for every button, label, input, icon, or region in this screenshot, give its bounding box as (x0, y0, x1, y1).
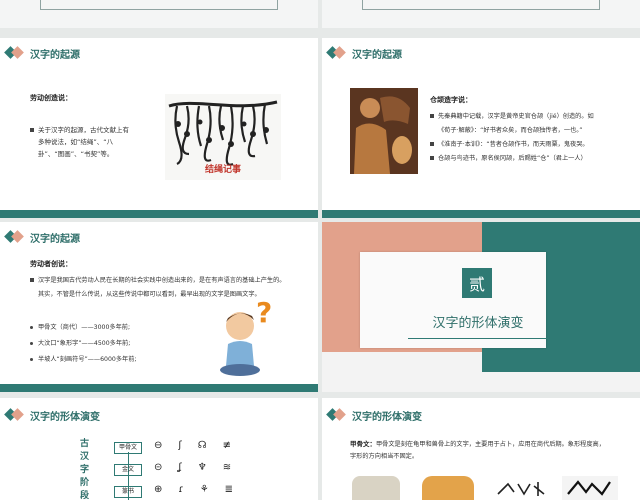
slide-header: 汉字的形体演变 (322, 400, 640, 430)
square-bullet-icon (430, 114, 434, 118)
slide-header: 汉字的起源 (0, 38, 318, 68)
diamond-icon (4, 226, 26, 248)
section-number: 贰 (468, 275, 485, 294)
image-caption: 结绳记事 (205, 165, 242, 175)
oracle-sample-image (562, 476, 618, 500)
slide-2-frame (362, 0, 600, 10)
square-bullet-icon (430, 142, 434, 146)
list-item: 大汶口“象形字”——4500多年前; (30, 336, 137, 352)
glyph: ⚘ (199, 484, 209, 495)
slide-bottom-bar (322, 210, 640, 218)
slide-title: 汉字的形体演变 (352, 411, 422, 423)
stage-tag: 金文 (114, 464, 142, 476)
timeline-list: 甲骨文（商代）——3000多年前; 大汶口“象形字”——4500多年前; 半坡人… (30, 320, 137, 368)
slide-title: 汉字的起源 (30, 49, 80, 61)
glyph: ☊ (197, 440, 207, 451)
glyph: ≣ (224, 484, 234, 495)
slide-4[interactable]: 汉字的起源 仓颉造字说： 先秦典籍中记载，汉字是黄帝史官仓颉（jié）创造的。如… (322, 38, 640, 218)
slide-3[interactable]: 汉字的起源 劳动创造说： 关于汉字的起源，古代文献上有 多种说法，如“结绳”、“… (0, 38, 318, 218)
slide-header: 汉字的起源 (0, 222, 318, 252)
glyph: ⊝ (154, 462, 163, 473)
oracle-glyph-icon (497, 482, 545, 496)
oracle-bone-image-1 (352, 476, 400, 500)
statue-icon (350, 88, 418, 174)
list-item: 半坡人“刻画符号”——6000多年前; (30, 352, 137, 368)
section-label: 劳动创造说： (30, 94, 72, 102)
diamond-icon (4, 42, 26, 64)
dot-bullet-icon (30, 357, 33, 361)
square-bullet-icon (430, 156, 434, 160)
glyph: ♆ (197, 462, 207, 473)
center-card (360, 252, 546, 348)
section-title: 汉字的形体演变 (432, 316, 524, 331)
stage-tag: 篆书 (114, 486, 142, 498)
list-item: 甲骨文（商代）——3000多年前; (30, 320, 137, 336)
slide-title: 汉字的起源 (352, 49, 402, 61)
thinking-child-image: ? (218, 296, 280, 378)
stage-tag: 甲骨文 (114, 442, 142, 454)
dot-bullet-icon (30, 325, 33, 329)
slide-6[interactable]: 贰 汉字的形体演变 (322, 222, 640, 392)
glyph: ⊕ (154, 484, 163, 495)
oracle-text: 甲骨文：甲骨文是刻在龟甲和兽骨上的文字，主要用于占卜，应用在商代后期。象形程度高… (350, 440, 605, 460)
oracle-sample-icon (567, 480, 611, 496)
slide-5[interactable]: 汉字的起源 劳动者创说： 汉字是我国古代劳动人民在长期的社会实践中创造出来的，是… (0, 222, 318, 392)
slide-1-frame (40, 0, 278, 10)
glyph: ≋ (222, 462, 232, 473)
title-underline (408, 338, 548, 339)
section-number-box: 贰 (462, 268, 492, 298)
slide-1-partial[interactable] (0, 0, 318, 28)
diamond-icon (326, 404, 348, 426)
cangjie-statue-image (350, 88, 418, 174)
slide-title: 汉字的形体演变 (30, 411, 100, 423)
glyph: ≢ (222, 440, 232, 451)
diamond-icon (326, 42, 348, 64)
glyph-row: ⊖ ʃ ☊ ≢ (154, 440, 231, 451)
bullet-list: 先秦典籍中记载，汉字是黄帝史官仓颉（jié）创造的。如 《荀子·解蔽》：“好书者… (430, 110, 636, 166)
square-bullet-icon (30, 278, 34, 282)
glyph: ɾ (178, 484, 184, 495)
slide-7[interactable]: 汉字的形体演变 古汉字阶段 隶 甲骨文 金文 篆书 ⊖ ʃ ☊ ≢ ⊝ ʆ ♆ … (0, 398, 318, 500)
slide-header: 汉字的形体演变 (0, 400, 318, 430)
slide-8[interactable]: 汉字的形体演变 甲骨文：甲骨文是刻在龟甲和兽骨上的文字，主要用于占卜，应用在商代… (322, 398, 640, 500)
glyph-row: ⊝ ʆ ♆ ≋ (154, 462, 231, 473)
glyph-row: ⊕ ɾ ⚘ ≣ (154, 484, 233, 495)
question-mark-icon: ? (256, 296, 273, 329)
knot-record-image: 结绳记事 (165, 94, 281, 180)
oracle-bone-image-2 (422, 476, 474, 500)
section-label: 劳动者创说： (30, 260, 72, 268)
diamond-icon (4, 404, 26, 426)
slide-bottom-bar (0, 384, 318, 392)
glyph: ⊖ (154, 440, 163, 451)
bullet-text: 关于汉字的起源，古代文献上有 多种说法，如“结绳”、“八 卦”、“图画”、“书契… (30, 124, 160, 160)
vertical-stage-label: 古汉字阶段 隶 (80, 439, 90, 500)
slide-2-partial[interactable] (322, 0, 640, 28)
dot-bullet-icon (30, 341, 33, 345)
square-bullet-icon (30, 128, 34, 132)
glyph: ʃ (178, 440, 182, 451)
slide-bottom-bar (0, 210, 318, 218)
section-label: 仓颉造字说： (430, 96, 472, 104)
oracle-glyph-image (494, 478, 550, 500)
slide-grid: 汉字的起源 劳动创造说： 关于汉字的起源，古代文献上有 多种说法，如“结绳”、“… (0, 0, 640, 500)
slide-title: 汉字的起源 (30, 233, 80, 245)
slide-header: 汉字的起源 (322, 38, 640, 68)
glyph: ʆ (178, 462, 182, 473)
